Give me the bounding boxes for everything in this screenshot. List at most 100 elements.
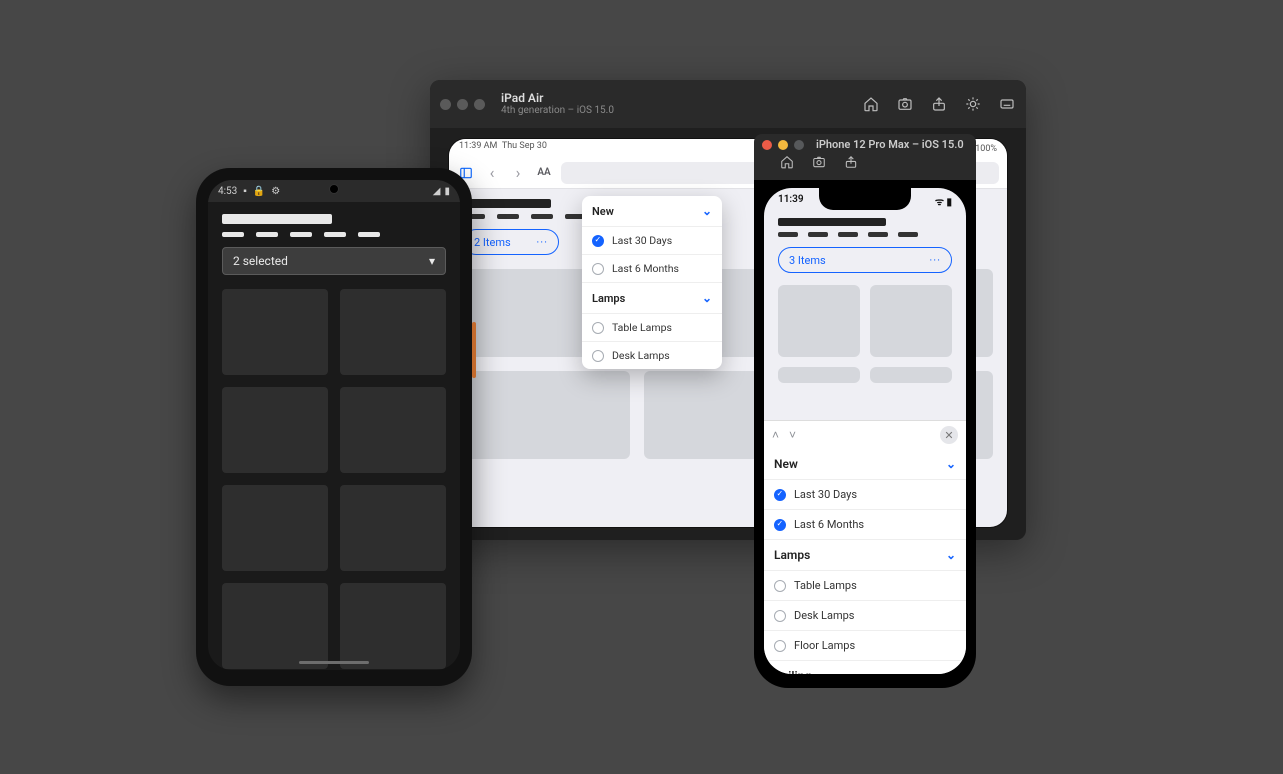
popover-option[interactable]: Last 6 Months: [582, 254, 722, 282]
product-card[interactable]: [870, 285, 952, 357]
reader-aa-icon[interactable]: AA: [535, 164, 553, 182]
ipad-subtitle: 4th generation – iOS 15.0: [501, 105, 856, 116]
android-screen: 4:53 ▪ 🔒 ⚙ ◢ ▮ 2 selected ▾: [208, 180, 460, 670]
option-label: Last 30 Days: [794, 488, 857, 501]
option-label: Table Lamps: [794, 579, 857, 592]
zoom-window-icon[interactable]: [474, 99, 485, 110]
product-card[interactable]: [222, 289, 328, 375]
zoom-window-icon[interactable]: [794, 140, 804, 150]
android-device-frame: 4:53 ▪ 🔒 ⚙ ◢ ▮ 2 selected ▾: [196, 168, 472, 686]
product-card[interactable]: [222, 583, 328, 669]
category-tabs[interactable]: [778, 232, 952, 237]
section-title: New: [774, 457, 798, 471]
section-title: Ceiling: [774, 669, 811, 674]
filter-pill-menu-icon[interactable]: ···: [536, 236, 548, 249]
iphone-title: iPhone 12 Pro Max – iOS 15.0: [816, 138, 964, 151]
product-card[interactable]: [778, 367, 860, 383]
page-title: [778, 218, 886, 226]
radio-unchecked-icon: [592, 350, 604, 362]
sheet-option[interactable]: Last 30 Days: [764, 479, 966, 509]
product-card[interactable]: [340, 387, 446, 473]
share-icon[interactable]: [842, 153, 860, 171]
radio-unchecked-icon: [774, 580, 786, 592]
sheet-section-header[interactable]: Ceiling ›: [764, 660, 966, 674]
sheet-prev-icon[interactable]: ˄: [772, 428, 779, 442]
battery-icon: ▮: [444, 186, 450, 197]
ipad-title: iPad Air: [501, 92, 856, 105]
iphone-page-content: 3 Items ···: [764, 210, 966, 391]
popover-section-header[interactable]: New ⌄: [582, 196, 722, 226]
minimize-window-icon[interactable]: [778, 140, 788, 150]
option-label: Table Lamps: [612, 321, 672, 334]
filter-pill[interactable]: 2 Items ···: [463, 229, 559, 255]
popover-option[interactable]: Desk Lamps: [582, 341, 722, 369]
product-card[interactable]: [870, 367, 952, 383]
filter-pill[interactable]: 3 Items ···: [778, 247, 952, 273]
ipad-titlebar: iPad Air 4th generation – iOS 15.0: [430, 80, 1026, 128]
chevron-down-icon: ⌄: [702, 291, 712, 305]
ipad-title-block: iPad Air 4th generation – iOS 15.0: [501, 92, 856, 116]
popover-option[interactable]: Table Lamps: [582, 313, 722, 341]
android-front-camera: [329, 184, 339, 194]
keyboard-icon[interactable]: [998, 95, 1016, 113]
filter-select[interactable]: 2 selected ▾: [222, 247, 446, 275]
sheet-section-header[interactable]: New ⌄: [764, 449, 966, 479]
share-icon[interactable]: [930, 95, 948, 113]
appearance-icon[interactable]: [964, 95, 982, 113]
sheet-option[interactable]: Last 6 Months: [764, 509, 966, 539]
android-home-indicator[interactable]: [299, 661, 369, 664]
iphone-titlebar: iPhone 12 Pro Max – iOS 15.0: [754, 134, 976, 180]
product-card[interactable]: [340, 485, 446, 571]
lock-icon: 🔒: [253, 186, 265, 197]
ipad-filter-popover: New ⌄ Last 30 Days Last 6 Months Lamps ⌄…: [582, 196, 722, 369]
option-label: Desk Lamps: [794, 609, 854, 622]
android-page-content: 2 selected ▾: [208, 202, 460, 670]
product-card[interactable]: [340, 583, 446, 669]
window-traffic-lights[interactable]: [440, 99, 485, 110]
sheet-option[interactable]: Table Lamps: [764, 570, 966, 600]
popover-section-header[interactable]: Lamps ⌄: [582, 282, 722, 313]
chevron-down-icon: ⌄: [946, 457, 956, 471]
home-icon[interactable]: [778, 153, 796, 171]
option-label: Floor Lamps: [794, 639, 855, 652]
popover-section-title: Lamps: [592, 292, 625, 305]
filter-select-label: 2 selected: [233, 254, 288, 268]
page-title: [463, 199, 551, 208]
radio-unchecked-icon: [774, 640, 786, 652]
product-card[interactable]: [463, 371, 630, 459]
screenshot-icon[interactable]: [896, 95, 914, 113]
ipad-status-time: 11:39 AM Thu Sep 30: [459, 141, 547, 155]
sheet-option[interactable]: Desk Lamps: [764, 600, 966, 630]
product-grid: [778, 285, 952, 383]
minimize-window-icon[interactable]: [457, 99, 468, 110]
radio-unchecked-icon: [592, 322, 604, 334]
page-title: [222, 214, 332, 224]
nav-forward-icon[interactable]: ›: [509, 164, 527, 182]
iphone-device-frame: 11:39 ᯤ ▮ 3 Items ···: [754, 180, 976, 688]
option-label: Desk Lamps: [612, 349, 670, 362]
iphone-simulator-window: iPhone 12 Pro Max – iOS 15.0 11:39 ᯤ ▮: [754, 134, 976, 688]
close-window-icon[interactable]: [762, 140, 772, 150]
settings-debug-icon: ⚙: [271, 186, 280, 197]
sheet-close-button[interactable]: ✕: [940, 426, 958, 444]
close-window-icon[interactable]: [440, 99, 451, 110]
sheet-next-icon[interactable]: ˅: [789, 428, 796, 442]
home-icon[interactable]: [862, 95, 880, 113]
category-tabs[interactable]: [222, 232, 446, 237]
nav-back-icon[interactable]: ‹: [483, 164, 501, 182]
popover-section-title: New: [592, 205, 614, 218]
product-card[interactable]: [222, 387, 328, 473]
screenshot-icon[interactable]: [810, 153, 828, 171]
product-card[interactable]: [778, 285, 860, 357]
filter-pill-menu-icon[interactable]: ···: [929, 254, 941, 267]
sheet-option[interactable]: Floor Lamps: [764, 630, 966, 660]
product-card[interactable]: [222, 485, 328, 571]
product-card[interactable]: [340, 289, 446, 375]
ipad-titlebar-actions: [862, 95, 1016, 113]
sheet-section-header[interactable]: Lamps ⌄: [764, 539, 966, 570]
section-title: Lamps: [774, 548, 810, 562]
option-label: Last 6 Months: [794, 518, 864, 531]
popover-option[interactable]: Last 30 Days: [582, 226, 722, 254]
iphone-status-icons: ᯤ ▮: [935, 194, 952, 208]
iphone-notch: [819, 188, 911, 210]
